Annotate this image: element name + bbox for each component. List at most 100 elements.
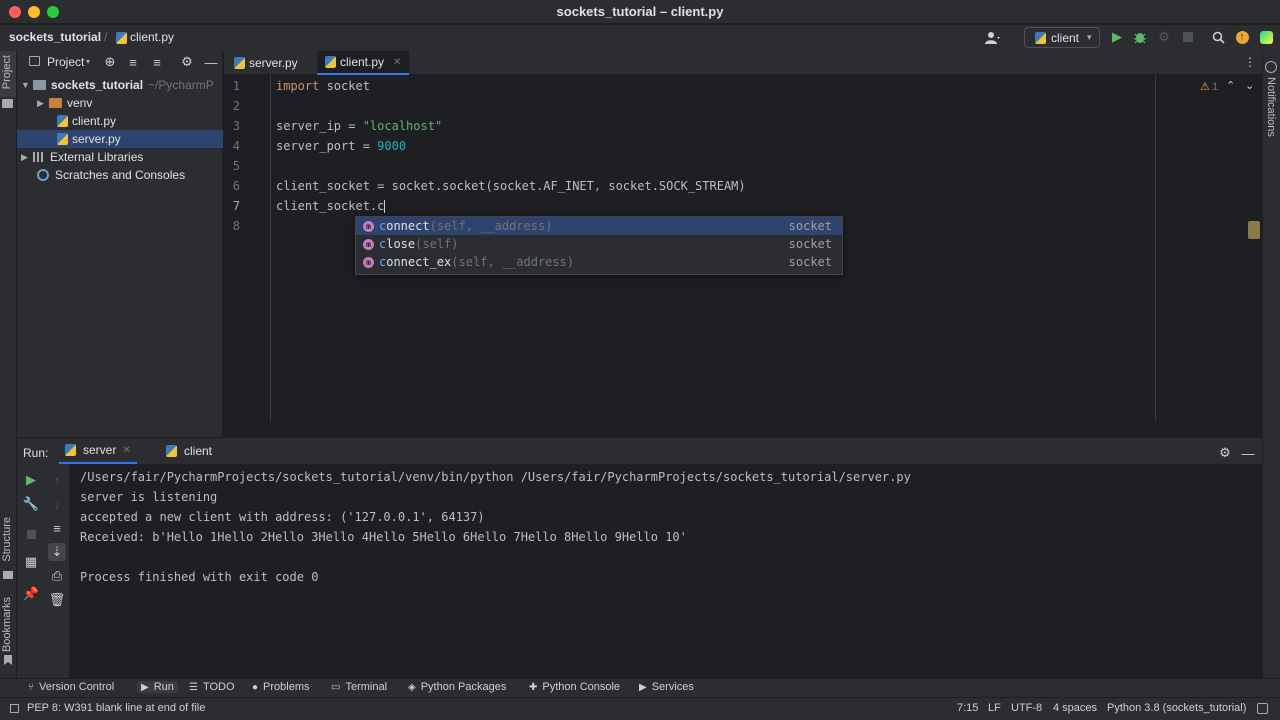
- arrow-down-icon[interactable]: ↓: [48, 495, 66, 513]
- notifications-icon[interactable]: [1265, 61, 1277, 73]
- project-view-icon: [29, 56, 40, 66]
- chevron-down-icon[interactable]: ⌄: [1245, 79, 1254, 92]
- tool-python-console[interactable]: ✚ Python Console: [529, 681, 620, 693]
- completion-item[interactable]: m connect_ex (self, __address) socket: [356, 253, 842, 271]
- gear-icon[interactable]: ⚙: [1216, 444, 1234, 462]
- run-tool-window: Run: server ✕ client ⚙ — ▶ ↑ 🔧 ↓ ≡ ⇣ ▦ ⎙…: [17, 437, 1262, 679]
- account-icon[interactable]: [984, 29, 1002, 47]
- code-text: socket: [319, 79, 370, 93]
- bookmarks-tool-label[interactable]: Bookmarks: [1, 597, 13, 652]
- chevron-right-icon: ▶: [21, 151, 28, 162]
- locate-file-icon[interactable]: ⊕: [101, 53, 119, 71]
- bookmark-icon: [4, 655, 12, 665]
- debug-icon[interactable]: [1131, 28, 1149, 46]
- tree-item-label: venv: [67, 96, 93, 110]
- arrow-up-icon[interactable]: ↑: [48, 471, 66, 489]
- python-file-icon: [234, 57, 245, 69]
- close-icon[interactable]: ✕: [393, 57, 401, 68]
- tree-item-label: External Libraries: [50, 150, 144, 164]
- tool-problems[interactable]: ● Problems: [252, 681, 310, 693]
- ide-logo-icon[interactable]: [1257, 28, 1275, 46]
- tool-services[interactable]: ▶ Services: [639, 681, 694, 693]
- tree-item-project-root[interactable]: ▼ sockets_tutorial ~/PycharmP: [21, 76, 214, 94]
- tool-python-packages[interactable]: ◈ Python Packages: [408, 681, 506, 693]
- tool-run[interactable]: ▶ Run: [137, 681, 178, 693]
- console-output[interactable]: /Users/fair/PycharmProjects/sockets_tuto…: [70, 464, 1262, 679]
- tool-label: Terminal: [345, 681, 388, 693]
- tool-terminal[interactable]: ▭ Terminal: [331, 681, 387, 693]
- file-encoding[interactable]: UTF-8: [1011, 702, 1042, 714]
- coverage-icon[interactable]: ⚙: [1155, 28, 1173, 46]
- left-tool-strip: Project Structure Bookmarks: [0, 51, 17, 678]
- update-icon[interactable]: ↑: [1233, 28, 1251, 46]
- indent-setting[interactable]: 4 spaces: [1053, 702, 1097, 714]
- folder-icon: [33, 80, 46, 90]
- layout-icon[interactable]: ▦: [22, 553, 40, 571]
- console-line: /Users/fair/PycharmProjects/sockets_tuto…: [80, 470, 911, 484]
- tool-windows-icon[interactable]: [10, 704, 19, 713]
- structure-icon: [3, 571, 13, 579]
- tab-client-py[interactable]: client.py ✕: [317, 51, 410, 75]
- collapse-all-icon[interactable]: ≡: [148, 53, 166, 71]
- tree-item-label: server.py: [72, 132, 121, 146]
- breadcrumb-file[interactable]: client.py: [130, 30, 174, 44]
- number-literal: 9000: [377, 139, 407, 153]
- stop-icon[interactable]: [1179, 28, 1197, 46]
- completion-type: socket: [788, 255, 832, 269]
- tool-label: Problems: [263, 681, 310, 693]
- print-icon[interactable]: ⎙: [48, 567, 66, 585]
- gear-icon[interactable]: ⚙: [178, 53, 196, 71]
- scroll-to-end-icon[interactable]: ⇣: [48, 543, 66, 561]
- expand-all-icon[interactable]: ≡: [124, 53, 142, 71]
- tree-item-client-py[interactable]: client.py: [57, 112, 116, 130]
- project-tool-button[interactable]: Project: [0, 51, 16, 97]
- hide-panel-icon[interactable]: —: [202, 53, 220, 71]
- more-tabs-icon[interactable]: ⋮: [1244, 55, 1256, 69]
- rerun-icon[interactable]: ▶: [22, 471, 40, 489]
- hide-panel-icon[interactable]: —: [1239, 444, 1257, 462]
- code-line: client_socket.c: [276, 199, 386, 213]
- tree-item-scratches[interactable]: Scratches and Consoles: [37, 166, 185, 184]
- tree-item-external-libraries[interactable]: ▶ External Libraries: [21, 148, 143, 166]
- structure-tool-label[interactable]: Structure: [1, 517, 13, 562]
- project-panel-title[interactable]: Project: [47, 55, 84, 69]
- scroll-marker[interactable]: [1248, 221, 1260, 239]
- tool-todo[interactable]: ☰ TODO: [189, 681, 235, 693]
- inspection-count[interactable]: 1: [1212, 81, 1218, 93]
- pin-icon[interactable]: 📌: [22, 585, 40, 603]
- line-number: 7: [232, 199, 240, 213]
- run-icon[interactable]: ▶: [1108, 28, 1126, 46]
- chevron-down-icon[interactable]: ▾: [86, 57, 90, 66]
- stop-icon[interactable]: [22, 525, 40, 543]
- caret-position[interactable]: 7:15: [957, 702, 978, 714]
- chevron-up-icon[interactable]: ⌃: [1226, 79, 1235, 92]
- tab-label: client.py: [340, 55, 385, 69]
- breadcrumb-project[interactable]: sockets_tutorial: [9, 30, 101, 44]
- tree-item-label: Scratches and Consoles: [55, 168, 186, 182]
- python-interpreter[interactable]: Python 3.8 (sockets_tutorial): [1107, 702, 1246, 714]
- tree-item-venv[interactable]: ▶ venv: [37, 94, 92, 112]
- wrench-icon[interactable]: 🔧: [22, 495, 40, 513]
- trash-icon[interactable]: 🗑: [48, 591, 66, 609]
- project-panel: Project ▾ ⊕ ≡ ≡ ⚙ — ▼ sockets_tutorial ~…: [17, 51, 223, 437]
- status-bar: PEP 8: W391 blank line at end of file 7:…: [0, 697, 1280, 720]
- warning-icon[interactable]: ⚠: [1200, 80, 1210, 93]
- soft-wrap-icon[interactable]: ≡: [48, 519, 66, 537]
- notifications-tool-label[interactable]: Notifications: [1265, 77, 1277, 137]
- run-tab-server[interactable]: server ✕: [59, 438, 137, 464]
- lock-icon[interactable]: [1257, 703, 1268, 714]
- folder-icon: [49, 98, 62, 108]
- tree-item-server-py[interactable]: server.py: [17, 130, 223, 148]
- completion-item[interactable]: m close (self) socket: [356, 235, 842, 253]
- close-icon[interactable]: ✕: [122, 445, 130, 456]
- run-configuration-select[interactable]: client ▾: [1024, 27, 1100, 48]
- run-tab-client[interactable]: client: [160, 438, 218, 464]
- line-number: 4: [232, 139, 240, 153]
- line-separator[interactable]: LF: [988, 702, 1001, 714]
- completion-item[interactable]: m connect (self, __address) socket: [356, 217, 842, 235]
- search-icon[interactable]: [1209, 28, 1227, 46]
- chevron-down-icon: ▾: [1087, 32, 1092, 42]
- run-toolbar: ▶ ↑ 🔧 ↓ ≡ ⇣ ▦ ⎙ 📌 🗑: [17, 464, 70, 679]
- tool-version-control[interactable]: ⑂ Version Control: [28, 681, 114, 693]
- tab-server-py[interactable]: server.py: [226, 51, 306, 75]
